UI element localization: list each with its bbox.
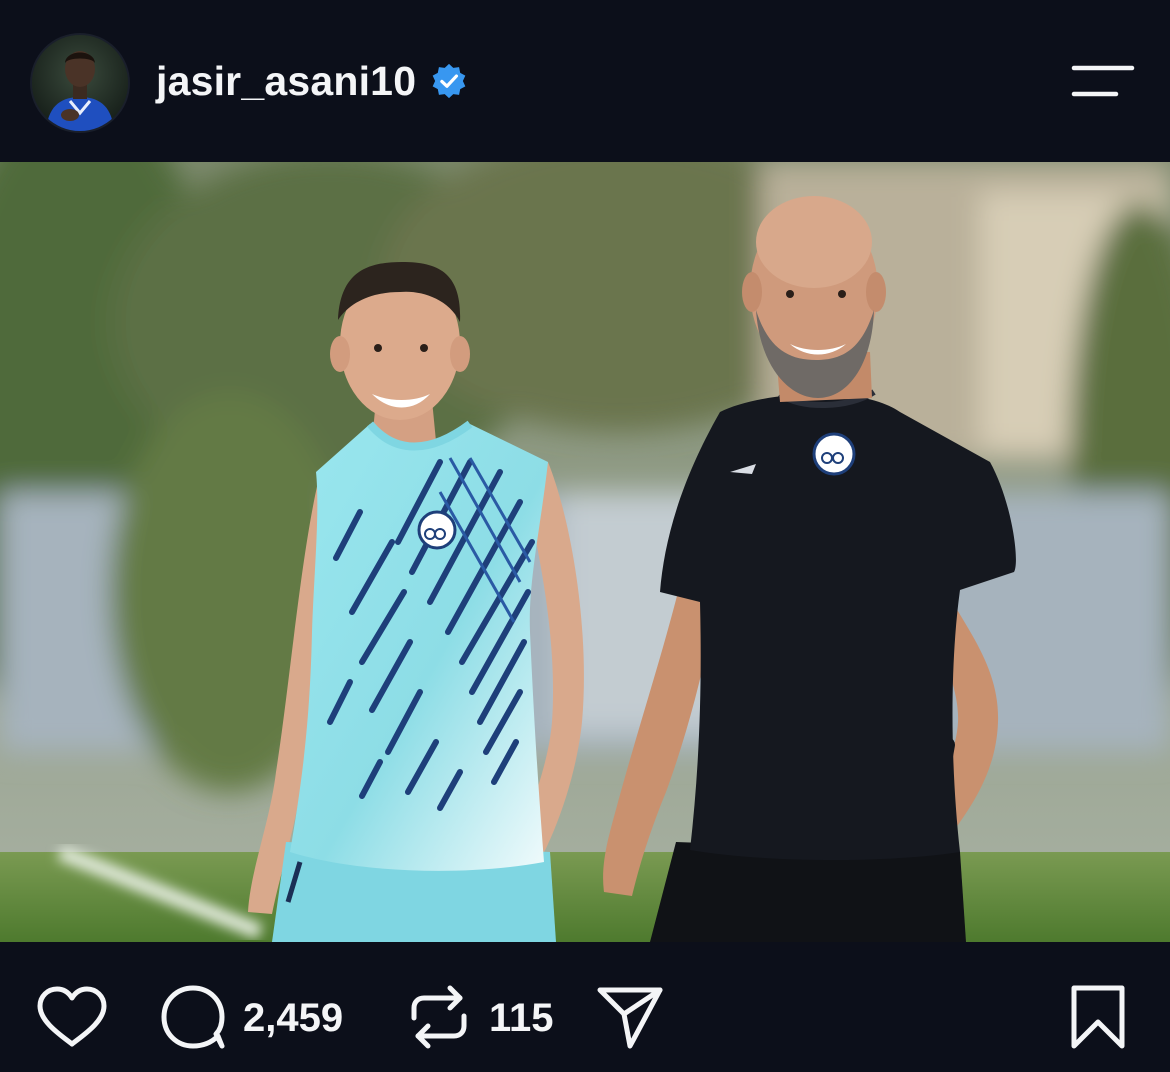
repost-button[interactable]	[410, 984, 468, 1050]
instagram-post: jasir_asani10 2,459 115	[0, 0, 1170, 1072]
username[interactable]: jasir_asani10	[156, 56, 416, 106]
comment-icon	[161, 985, 225, 1049]
action-bar: 2,459 115	[0, 942, 1170, 1072]
verified-badge-icon	[432, 63, 466, 99]
save-button[interactable]	[1070, 984, 1126, 1050]
like-button[interactable]	[36, 986, 108, 1048]
send-icon	[597, 987, 663, 1049]
share-button[interactable]	[596, 984, 664, 1050]
bookmark-icon	[1071, 985, 1125, 1049]
reposts-count: 115	[489, 996, 554, 1040]
training-photo	[0, 162, 1170, 942]
menu-button[interactable]	[1068, 60, 1138, 102]
avatar[interactable]	[32, 35, 128, 131]
post-header: jasir_asani10	[0, 0, 1170, 162]
profile-avatar-image	[32, 35, 128, 131]
comments-count: 2,459	[243, 996, 344, 1040]
repost-icon	[411, 985, 467, 1049]
heart-icon	[37, 986, 107, 1047]
post-image[interactable]	[0, 162, 1170, 942]
comment-button[interactable]	[160, 984, 226, 1050]
menu-icon	[1071, 65, 1135, 97]
